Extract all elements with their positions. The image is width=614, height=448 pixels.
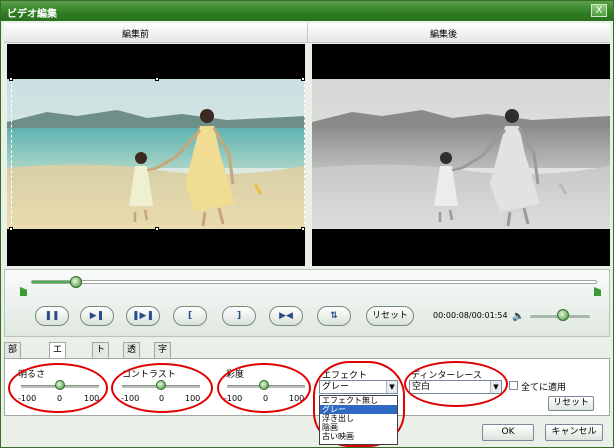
tab-trim[interactable]: トリム bbox=[92, 342, 110, 383]
effect-dropdown-list: エフェクト無し グレー 浮き出し 陰画 古い映画 bbox=[319, 395, 398, 445]
timeline-track[interactable] bbox=[31, 280, 597, 284]
header-divider bbox=[307, 23, 308, 43]
crop-handle-bc[interactable] bbox=[155, 227, 159, 231]
contrast-highlight bbox=[111, 363, 213, 413]
tab-subtitle[interactable]: 字幕 bbox=[154, 342, 172, 369]
pause-button[interactable]: ❚❚ bbox=[35, 306, 69, 326]
play-button[interactable]: ▶❚ bbox=[80, 306, 114, 326]
selection-left-edge bbox=[11, 79, 12, 229]
split-button[interactable]: ⇅ bbox=[317, 306, 351, 326]
playback-reset-button[interactable]: リセット bbox=[366, 306, 414, 326]
brightness-highlight bbox=[8, 363, 108, 413]
next-frame-button[interactable]: ❚▶❚ bbox=[126, 306, 160, 326]
crop-handle-br[interactable] bbox=[301, 227, 305, 231]
before-label: 編集前 bbox=[122, 30, 150, 40]
effect-option-emboss[interactable]: 浮き出し bbox=[320, 414, 397, 423]
video-edit-window: ビデオ編集 X 編集前 編集後 ❚❚ ▶❚ ❚▶❚ [] ▶◀ ⇅ リセット … bbox=[0, 0, 614, 448]
skip-button[interactable]: ▶◀ bbox=[269, 306, 303, 326]
close-button[interactable]: X bbox=[591, 4, 607, 17]
time-display: 00:00:08/00:01:54 bbox=[433, 311, 508, 320]
panel-reset-button[interactable]: リセット bbox=[548, 396, 594, 411]
end-marker-icon[interactable] bbox=[594, 287, 601, 296]
preview-header: 編集前 編集後 bbox=[4, 23, 610, 43]
effect-option-none[interactable]: エフェクト無し bbox=[320, 396, 397, 405]
saturation-highlight bbox=[217, 363, 311, 413]
playback-controls: ❚❚ ▶❚ ❚▶❚ [ ] ▶◀ ⇅ リセット 00:00:08/00:01:5… bbox=[4, 269, 610, 337]
crop-handle-bl[interactable] bbox=[9, 227, 13, 231]
selection-right-edge bbox=[304, 79, 305, 229]
ok-button[interactable]: OK bbox=[482, 424, 534, 441]
mark-out-button[interactable]: ] bbox=[222, 306, 256, 326]
mark-in-button[interactable]: [ bbox=[173, 306, 207, 326]
crop-handle-tl[interactable] bbox=[9, 77, 13, 81]
deinterlace-highlight bbox=[404, 361, 508, 407]
tab-zoom[interactable]: 部分拡大 bbox=[4, 342, 22, 397]
title-bar: ビデオ編集 X bbox=[1, 1, 613, 21]
window-title: ビデオ編集 bbox=[7, 9, 57, 20]
tab-watermark[interactable]: 透かし bbox=[123, 342, 141, 383]
crop-handle-tc[interactable] bbox=[155, 77, 159, 81]
effect-option-old-film[interactable]: 古い映画 bbox=[320, 432, 397, 441]
start-marker-icon[interactable] bbox=[20, 287, 27, 296]
volume-knob[interactable] bbox=[557, 309, 569, 321]
after-preview bbox=[312, 44, 610, 266]
after-video-frame bbox=[312, 79, 610, 229]
speaker-icon[interactable]: 🔈 bbox=[512, 311, 524, 322]
cancel-button[interactable]: キャンセル bbox=[545, 424, 603, 441]
after-label: 編集後 bbox=[430, 30, 458, 40]
apply-all-label: 全てに適用 bbox=[521, 383, 567, 393]
crop-handle-tr[interactable] bbox=[301, 77, 305, 81]
effect-option-gray[interactable]: グレー bbox=[320, 405, 397, 414]
effect-option-negative[interactable]: 陰画 bbox=[320, 423, 397, 432]
tab-effect[interactable]: エフェクト bbox=[49, 342, 67, 411]
apply-all-checkbox[interactable] bbox=[509, 381, 518, 390]
timeline-knob[interactable] bbox=[70, 276, 83, 288]
before-preview[interactable] bbox=[7, 44, 305, 266]
